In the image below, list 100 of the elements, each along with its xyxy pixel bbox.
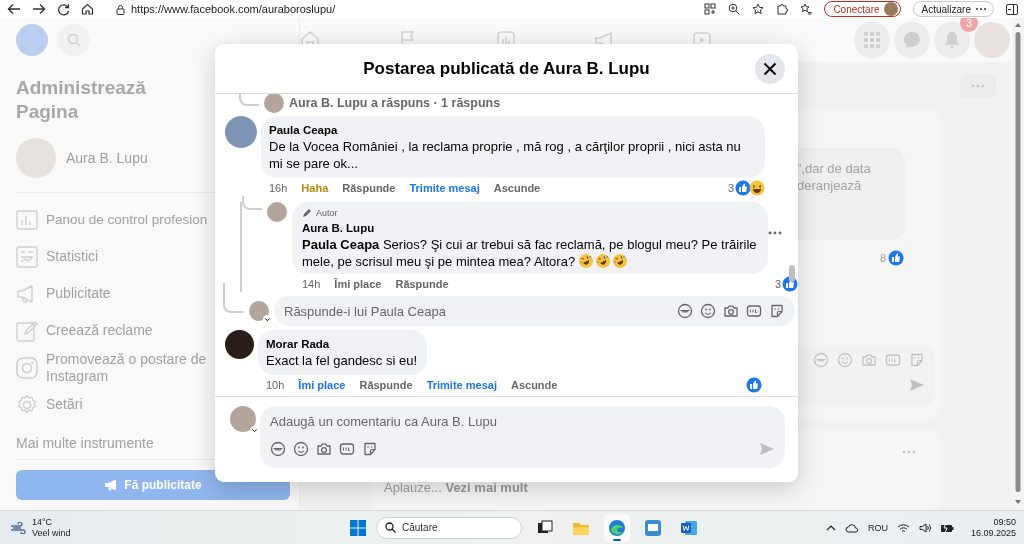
comment-author[interactable]: Paula Ceapa — [269, 122, 755, 138]
chevron-down-icon[interactable] — [250, 426, 259, 435]
pencil-icon — [302, 208, 312, 218]
task-view-icon[interactable] — [537, 519, 553, 536]
app-icon[interactable] — [644, 518, 662, 537]
favorites-icon[interactable] — [800, 3, 813, 15]
url-text[interactable]: https://www.facebook.com/auraboroslupu/ — [131, 3, 336, 15]
comment-text: deranjează — [797, 177, 863, 194]
comment-action-link[interactable]: Răspunde — [342, 182, 396, 194]
megaphone-icon — [104, 479, 119, 491]
instagram-icon — [16, 356, 38, 379]
comment-action-link[interactable]: Trimite mesaj — [409, 182, 480, 194]
search-icon — [385, 522, 396, 533]
gif-icon[interactable] — [746, 303, 762, 319]
search-icon — [67, 33, 81, 47]
wifi-icon[interactable] — [896, 522, 910, 533]
sticker-icon[interactable] — [769, 303, 785, 319]
avatar — [16, 138, 56, 178]
comment-text: De la Vocea României , la reclama proprie , mă rog , a cărţilor proprii , nici asta nu mi se pare ok... — [269, 138, 742, 172]
like-count: 8 — [880, 252, 887, 264]
comment-action-link[interactable]: Răspunde — [359, 379, 413, 391]
sign-in-button[interactable]: Conectare — [824, 1, 901, 17]
menu-grid-icon — [864, 32, 880, 48]
chevron-up-icon[interactable] — [825, 523, 836, 532]
laughing-emoji-icon — [578, 253, 595, 269]
sticker-icon[interactable] — [362, 441, 378, 457]
avatar — [883, 2, 898, 16]
weather-wind-icon — [10, 521, 26, 534]
avatar-sticker-icon[interactable] — [677, 303, 693, 319]
comment-action-link[interactable]: Haha — [301, 182, 329, 194]
comment-action-link[interactable]: Ascunde — [493, 182, 541, 194]
reaction-count: 3 — [774, 278, 781, 290]
comment-text: Exact la fel gandesc si eu! — [266, 352, 418, 369]
reply-field[interactable]: Răspunde-i lui Paula Ceapa — [274, 296, 795, 326]
taskbar-search[interactable]: Căutare — [376, 516, 522, 539]
clock-date[interactable]: 16.09.2025 — [970, 527, 1016, 539]
avatar[interactable] — [225, 330, 254, 359]
scrollbar-thumb[interactable] — [789, 265, 795, 282]
dashboard-icon — [16, 208, 38, 231]
comment-field[interactable]: Adaugă un comentariu ca Aura B. Lupu — [260, 406, 785, 468]
comment-time: 10h — [266, 379, 285, 391]
puzzle-icon[interactable] — [776, 3, 789, 15]
laughing-emoji-icon — [612, 253, 629, 269]
like-icon — [888, 250, 905, 266]
comment-action-link[interactable]: Trimite mesaj — [426, 379, 497, 391]
sidebar-title: Administrează Pagina — [16, 76, 147, 124]
back-arrow-icon[interactable] — [7, 3, 21, 15]
close-button[interactable] — [755, 54, 785, 84]
laughing-face-icon — [749, 180, 765, 196]
update-button[interactable]: Actualizare — [912, 1, 994, 17]
pencil-icon — [16, 319, 38, 342]
chevron-down-icon[interactable] — [263, 315, 272, 324]
windows-start-icon[interactable] — [350, 519, 366, 536]
comment-author[interactable]: Aura B. Lupu — [302, 220, 758, 236]
comment-time: 14h — [302, 278, 321, 290]
browser-icon[interactable] — [608, 518, 626, 537]
close-icon — [763, 62, 777, 76]
star-icon[interactable] — [752, 3, 765, 15]
zoom-icon[interactable] — [728, 3, 741, 15]
reply-input[interactable]: Răspunde-i lui Paula Ceapa — [284, 303, 670, 319]
bell-icon — [944, 31, 960, 49]
messenger-icon — [903, 31, 921, 49]
avatar-sticker-icon[interactable] — [270, 441, 286, 457]
post-text: Aplauze... Vezi mai mult — [384, 480, 529, 495]
emoji-icon[interactable] — [700, 303, 716, 319]
cloud-icon[interactable] — [844, 522, 859, 533]
scrollbar[interactable] — [1014, 22, 1022, 506]
grid-view-icon[interactable] — [704, 3, 717, 15]
emoji-icon[interactable] — [293, 441, 309, 457]
more-icon[interactable] — [768, 231, 782, 235]
document-icon[interactable] — [680, 518, 698, 537]
thread-connector — [223, 283, 244, 313]
comment-author[interactable]: Morar Rada — [266, 336, 418, 352]
replies-link[interactable]: Aura B. Lupu a răspuns · 1 răspuns — [289, 96, 501, 110]
battery-icon[interactable] — [939, 522, 954, 533]
dialog-title: Postarea publicată de Aura B. Lupu — [363, 58, 650, 79]
forward-arrow-icon[interactable] — [32, 3, 46, 15]
like-icon — [735, 180, 751, 196]
speaker-icon[interactable] — [918, 522, 931, 533]
more-icon — [975, 7, 987, 11]
clock-time[interactable]: 09:50 — [993, 516, 1016, 528]
sidebar-icon[interactable] — [1006, 3, 1018, 15]
comment-action-link[interactable]: Îmi place — [334, 278, 382, 290]
refresh-icon[interactable] — [57, 2, 70, 16]
laughing-emoji-icon — [595, 253, 612, 269]
camera-icon[interactable] — [316, 441, 332, 457]
weather-text[interactable]: Veel wind — [32, 527, 71, 539]
comment-action-link[interactable]: Ascunde — [510, 379, 558, 391]
gif-icon[interactable] — [339, 441, 355, 457]
comment-action-link[interactable]: Îmi place — [298, 379, 346, 391]
comment-action-link[interactable]: Răspunde — [395, 278, 449, 290]
settings-icon — [16, 393, 38, 416]
home-icon[interactable] — [81, 3, 94, 15]
comment-input[interactable]: Adaugă un comentariu ca Aura B. Lupu — [270, 414, 775, 429]
temperature-text[interactable]: 14°C — [32, 516, 71, 528]
lock-icon — [116, 3, 125, 15]
language-indicator[interactable]: ROU — [867, 522, 888, 533]
author-label: Autor — [316, 208, 338, 218]
like-icon — [746, 377, 762, 393]
camera-icon[interactable] — [723, 303, 739, 319]
